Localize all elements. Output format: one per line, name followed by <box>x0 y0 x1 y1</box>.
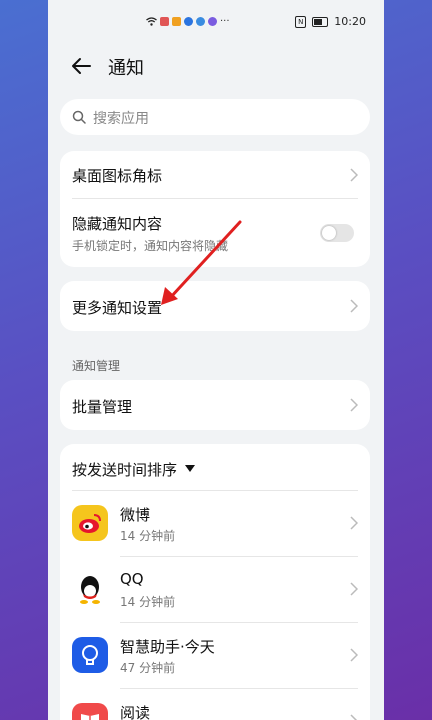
app-status-icon <box>184 17 193 26</box>
chevron-right-icon <box>350 648 358 662</box>
app-name: 微博 <box>120 506 151 524</box>
batch-management-label: 批量管理 <box>72 398 133 416</box>
status-bar: ··· N 10:20 <box>48 0 384 44</box>
section-title: 通知管理 <box>72 359 121 373</box>
chevron-right-icon <box>350 168 358 182</box>
more-settings-row[interactable]: 更多通知设置 <box>60 281 370 331</box>
app-list-card: 按发送时间排序 微博 14 分钟前 QQ 14 分钟前 智慧助手·今天 47 分… <box>60 444 370 720</box>
nfc-icon: N <box>295 15 307 28</box>
wifi-icon <box>146 17 157 26</box>
chevron-right-icon <box>350 398 358 412</box>
chevron-right-icon <box>350 299 358 313</box>
status-time: 10:20 <box>334 15 366 28</box>
search-input[interactable]: 搜索应用 <box>60 99 370 135</box>
settings-card: 桌面图标角标 隐藏通知内容 手机锁定时，通知内容将隐藏 <box>60 151 370 267</box>
qq-icon <box>72 571 108 607</box>
app-row-weibo[interactable]: 微博 14 分钟前 <box>60 490 370 556</box>
assistant-bulb-icon <box>72 637 108 673</box>
phone-screen: ··· N 10:20 通知 搜索应用 桌面图标角标 隐藏通知内容 手机锁定时，… <box>48 0 384 720</box>
app-row-qq[interactable]: QQ 14 分钟前 <box>60 556 370 622</box>
hide-content-label: 隐藏通知内容 <box>72 215 163 233</box>
app-name: 阅读 <box>120 704 151 720</box>
app-status-icon <box>208 17 217 26</box>
sort-label: 按发送时间排序 <box>72 461 178 479</box>
chevron-right-icon <box>350 714 358 720</box>
hide-content-row[interactable]: 隐藏通知内容 手机锁定时，通知内容将隐藏 <box>60 199 370 267</box>
app-time: 14 分钟前 <box>120 529 176 543</box>
app-name: QQ <box>120 570 144 588</box>
weibo-status-icon <box>160 17 169 26</box>
batch-card: 批量管理 <box>60 380 370 430</box>
status-notification-icons: ··· <box>146 16 230 27</box>
hide-content-description: 手机锁定时，通知内容将隐藏 <box>72 239 229 253</box>
search-placeholder: 搜索应用 <box>93 111 149 127</box>
sort-dropdown[interactable]: 按发送时间排序 <box>60 444 370 490</box>
badge-setting-label: 桌面图标角标 <box>72 167 163 185</box>
page-header: 通知 <box>48 48 384 84</box>
battery-icon <box>312 16 329 27</box>
search-icon <box>72 110 86 124</box>
app-time: 14 分钟前 <box>120 595 176 609</box>
arrow-left-icon[interactable] <box>68 52 96 80</box>
app-status-icon <box>196 17 205 26</box>
app-row-reading[interactable]: 阅读 <box>60 688 370 720</box>
hide-content-toggle[interactable] <box>320 224 354 242</box>
app-name: 智慧助手·今天 <box>120 638 215 656</box>
badge-setting-row[interactable]: 桌面图标角标 <box>60 151 370 199</box>
app-time: 47 分钟前 <box>120 661 176 675</box>
more-settings-card: 更多通知设置 <box>60 281 370 331</box>
more-settings-label: 更多通知设置 <box>72 299 163 317</box>
caret-down-icon <box>185 465 195 472</box>
weibo-icon <box>72 505 108 541</box>
status-right: N 10:20 <box>295 15 366 28</box>
chevron-right-icon <box>350 516 358 530</box>
chevron-right-icon <box>350 582 358 596</box>
batch-management-row[interactable]: 批量管理 <box>60 380 370 430</box>
reading-book-icon <box>72 703 108 720</box>
app-status-icon <box>172 17 181 26</box>
app-row-assistant[interactable]: 智慧助手·今天 47 分钟前 <box>60 622 370 688</box>
more-notifications-indicator: ··· <box>220 16 230 27</box>
page-title: 通知 <box>108 58 144 79</box>
